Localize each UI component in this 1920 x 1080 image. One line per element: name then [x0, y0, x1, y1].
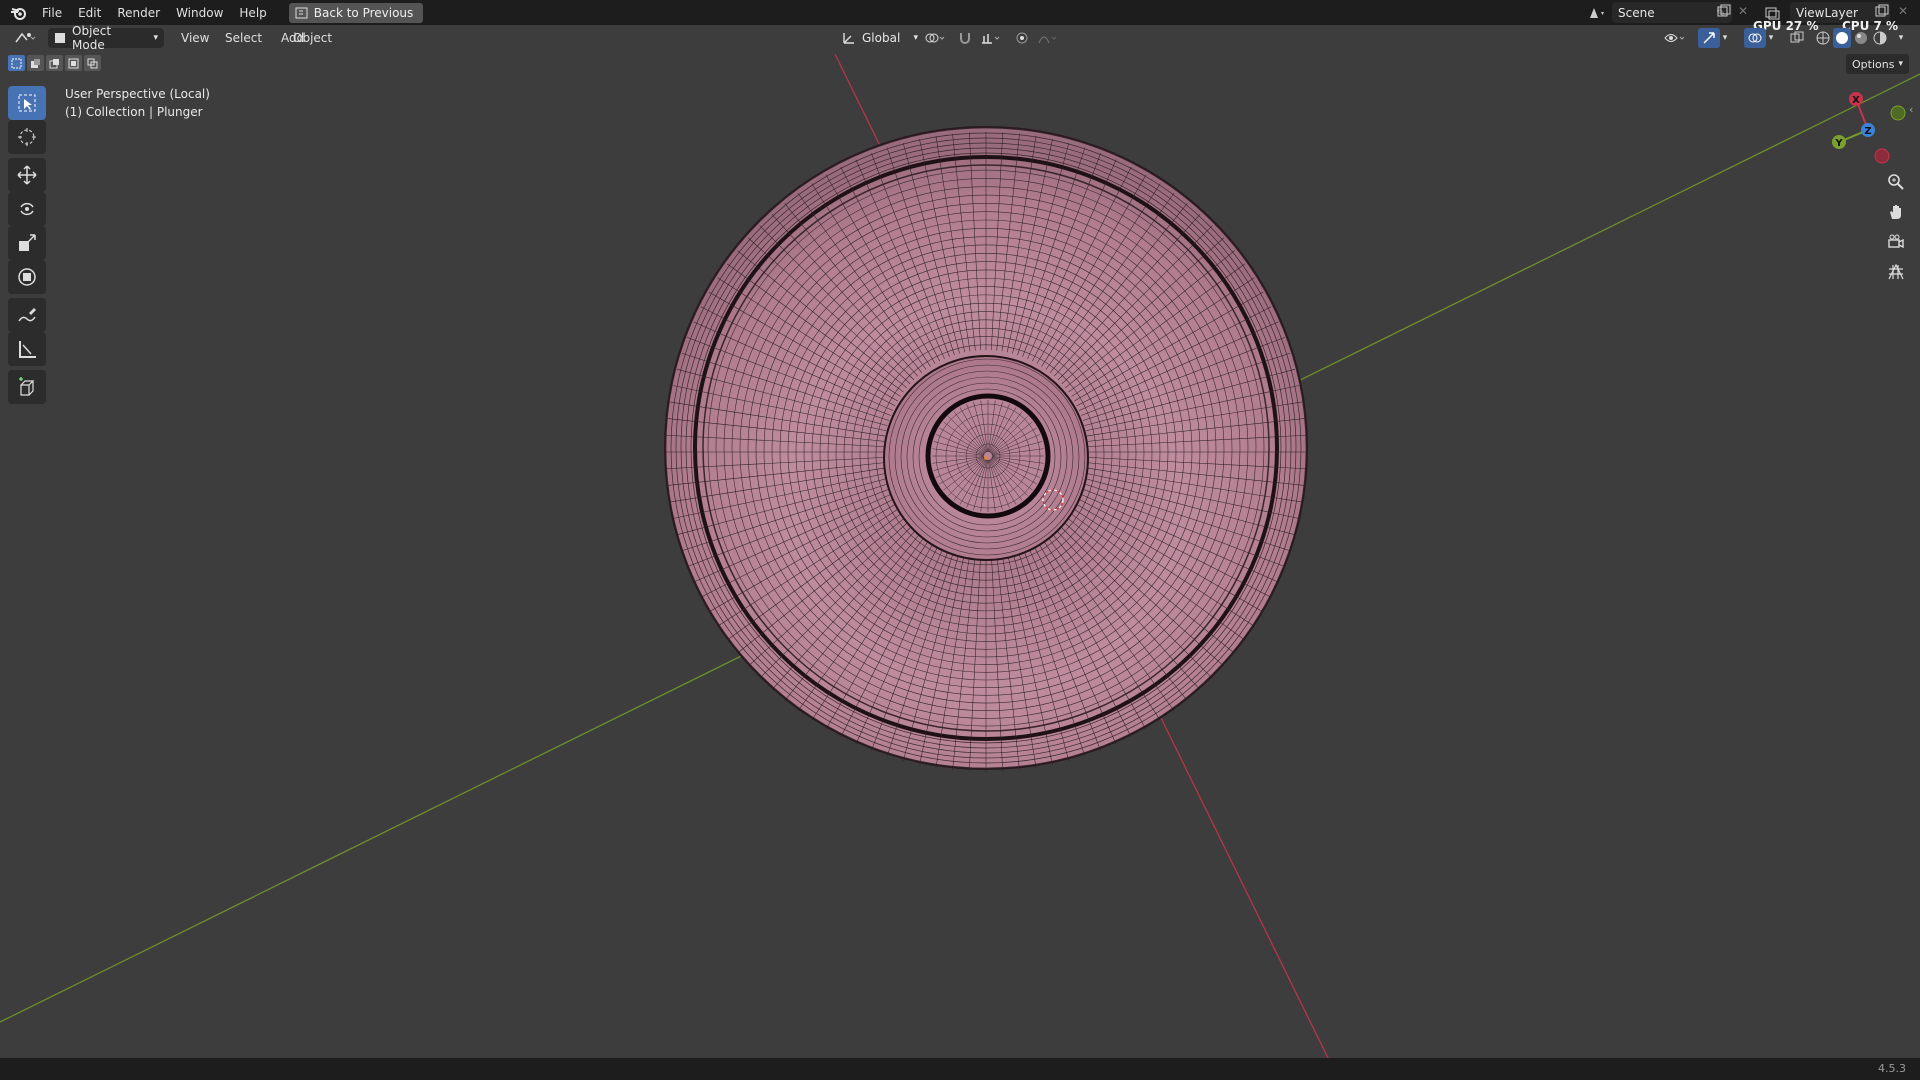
- chevron-down-icon: ▾: [153, 33, 158, 43]
- gizmo-x-label: X: [1852, 95, 1860, 106]
- gizmo-y-label: Y: [1834, 138, 1843, 149]
- rotate-tool[interactable]: [8, 192, 46, 226]
- chevron-down-icon: ▾: [1898, 59, 1903, 69]
- viewport-3d[interactable]: [0, 0, 1920, 1058]
- rotate-icon: [17, 199, 37, 219]
- grid-icon: [1887, 263, 1905, 281]
- cursor-icon: [17, 127, 37, 147]
- collection-label: (1) Collection | Plunger: [65, 105, 203, 119]
- gizmo-dropdown-icon[interactable]: ▾: [1718, 28, 1732, 48]
- annotate-tool[interactable]: [8, 298, 46, 332]
- gizmo-x-neg[interactable]: [1874, 148, 1890, 164]
- select-extend-icon[interactable]: [27, 55, 44, 71]
- select-box-tool[interactable]: [8, 86, 46, 120]
- measure-tool[interactable]: [8, 332, 46, 366]
- object-mode-icon: [54, 32, 66, 44]
- status-bar: 4.5.3: [0, 1058, 1920, 1080]
- orientation-icon: [842, 31, 856, 45]
- transform-tool[interactable]: [8, 260, 46, 294]
- object-mode-dropdown[interactable]: Object Mode ▾: [48, 24, 164, 52]
- move-tool[interactable]: [8, 158, 46, 192]
- wireframe-shading-icon[interactable]: [1814, 28, 1832, 48]
- falloff-icon[interactable]: [1033, 28, 1063, 48]
- shading-dropdown-icon[interactable]: ▾: [1894, 28, 1908, 48]
- camera-icon: [1887, 233, 1905, 251]
- move-icon: [17, 165, 37, 185]
- navigation-gizmo[interactable]: X Y Z: [1830, 84, 1920, 164]
- transform-orientation-dropdown[interactable]: Global ▾: [836, 28, 924, 48]
- view-name-label: User Perspective (Local): [65, 87, 210, 101]
- plunger-mesh[interactable]: [664, 126, 1308, 772]
- scale-tool[interactable]: [8, 226, 46, 260]
- options-dropdown[interactable]: Options ▾: [1846, 54, 1909, 74]
- pan-hand-icon: [1887, 203, 1905, 221]
- overlays-toggle-icon[interactable]: [1744, 28, 1766, 48]
- pan-button[interactable]: [1882, 198, 1910, 226]
- snap-target-icon[interactable]: [976, 28, 1006, 48]
- menu-object[interactable]: Object: [286, 28, 339, 48]
- measure-icon: [17, 339, 37, 359]
- xray-toggle-icon[interactable]: [1786, 28, 1808, 48]
- options-label: Options: [1852, 57, 1895, 71]
- annotate-icon: [17, 305, 37, 325]
- select-invert-icon[interactable]: [65, 55, 82, 71]
- chevron-down-icon: ▾: [913, 33, 918, 43]
- version-label: 4.5.3: [1878, 1062, 1906, 1075]
- gizmo-z-label: Z: [1864, 126, 1871, 137]
- select-new-icon[interactable]: [8, 55, 25, 71]
- select-intersect-icon[interactable]: [84, 55, 101, 71]
- zoom-button[interactable]: [1882, 168, 1910, 196]
- material-shading-icon[interactable]: [1852, 28, 1870, 48]
- solid-shading-icon[interactable]: [1833, 28, 1851, 48]
- object-mode-label: Object Mode: [72, 24, 112, 52]
- viewport-header: Object Mode ▾ View Select Add Object Glo…: [0, 24, 1920, 52]
- select-box-icon: [17, 93, 37, 113]
- gizmo-toggle-icon[interactable]: [1698, 28, 1720, 48]
- scale-icon: [17, 233, 37, 253]
- selection-mode-buttons: [8, 55, 101, 71]
- ortho-toggle-button[interactable]: [1882, 258, 1910, 286]
- cursor-tool[interactable]: [8, 120, 46, 154]
- orientation-label: Global: [862, 31, 901, 45]
- menu-view[interactable]: View: [174, 28, 216, 48]
- zoom-icon: [1887, 173, 1905, 191]
- sidebar-toggle-icon[interactable]: ‹: [1909, 103, 1913, 116]
- camera-view-button[interactable]: [1882, 228, 1910, 256]
- overlays-dropdown-icon[interactable]: ▾: [1764, 28, 1778, 48]
- rendered-shading-icon[interactable]: [1871, 28, 1889, 48]
- proportional-editing-icon[interactable]: [1011, 28, 1033, 48]
- menu-select[interactable]: Select: [218, 28, 269, 48]
- transform-icon: [17, 267, 37, 287]
- select-subtract-icon[interactable]: [46, 55, 63, 71]
- add-cube-tool[interactable]: [8, 370, 46, 404]
- visibility-icon[interactable]: [1660, 28, 1690, 48]
- add-cube-icon: [17, 377, 37, 397]
- gizmo-y-pos[interactable]: [1890, 105, 1906, 121]
- pivot-point-icon[interactable]: [920, 28, 950, 48]
- snap-toggle-icon[interactable]: [954, 28, 976, 48]
- editor-type-icon[interactable]: [10, 28, 40, 48]
